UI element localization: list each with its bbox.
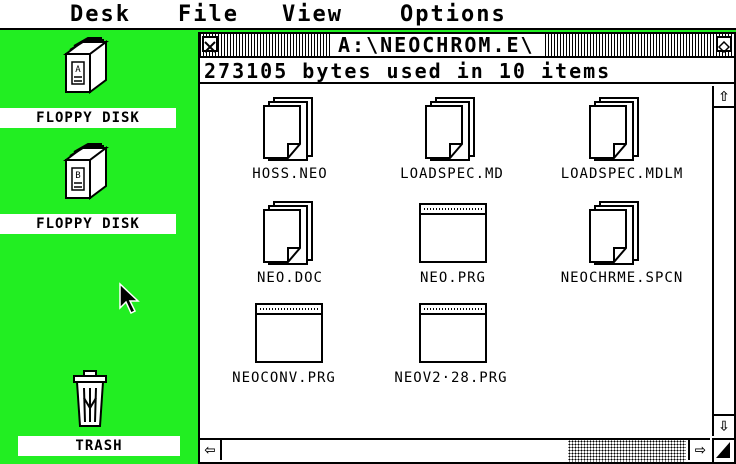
file-label[interactable]: NEOCHRME.SPCN xyxy=(534,270,710,286)
document-icon[interactable] xyxy=(262,92,316,166)
drive-letter: B xyxy=(75,171,80,181)
floppy-disk-a-icon[interactable]: A xyxy=(60,36,116,100)
document-icon[interactable] xyxy=(588,196,642,270)
close-icon xyxy=(204,41,216,53)
file-window[interactable]: A:\NEOCHROM.E\ 273105 bytes used in 10 i… xyxy=(198,32,736,464)
vertical-scrollbar[interactable]: ⇧ ⇩ xyxy=(712,86,734,436)
file-label[interactable]: NEO.DOC xyxy=(220,270,360,286)
menu-options[interactable]: Options xyxy=(400,2,507,27)
trash-icon[interactable] xyxy=(70,368,110,428)
file-label[interactable]: NEOV2·28.PRG xyxy=(368,370,534,386)
file-label[interactable]: NEOCONV.PRG xyxy=(204,370,364,386)
menu-view[interactable]: View xyxy=(282,2,343,27)
menu-bar: Desk File View Options xyxy=(0,0,736,30)
file-label[interactable]: LOADSPEC.MDLM xyxy=(534,166,710,182)
floppy-disk-a-label[interactable]: FLOPPY DISK xyxy=(0,108,176,128)
resize-handle[interactable] xyxy=(712,438,734,462)
fullscreen-icon xyxy=(717,40,731,54)
floppy-disk-b-label[interactable]: FLOPPY DISK xyxy=(0,214,176,234)
drive-letter: A xyxy=(75,65,81,75)
scroll-left-icon[interactable]: ⇦ xyxy=(200,440,222,460)
file-list: HOSS.NEO LOADSPEC.MD LOADSPEC.MDLM NEO.D… xyxy=(200,86,710,436)
mouse-pointer-icon xyxy=(118,282,144,320)
scroll-right-icon[interactable]: ⇨ xyxy=(688,440,710,460)
menu-desk[interactable]: Desk xyxy=(70,2,131,27)
trash-label[interactable]: TRASH xyxy=(18,436,180,456)
program-icon[interactable] xyxy=(418,302,488,368)
floppy-disk-b-icon[interactable]: B xyxy=(60,142,116,206)
menu-file[interactable]: File xyxy=(178,2,239,27)
program-icon[interactable] xyxy=(254,302,324,368)
file-label[interactable]: HOSS.NEO xyxy=(220,166,360,182)
full-button[interactable] xyxy=(716,36,732,54)
file-label[interactable]: NEO.PRG xyxy=(380,270,526,286)
document-icon[interactable] xyxy=(588,92,642,166)
program-icon[interactable] xyxy=(418,202,488,268)
resize-icon xyxy=(716,442,730,458)
document-icon[interactable] xyxy=(424,92,478,166)
scroll-track-pattern[interactable] xyxy=(568,440,686,462)
info-line: 273105 bytes used in 10 items xyxy=(200,58,734,84)
scroll-down-icon[interactable]: ⇩ xyxy=(714,414,734,436)
title-bar[interactable]: A:\NEOCHROM.E\ xyxy=(200,34,734,58)
scroll-up-icon[interactable]: ⇧ xyxy=(714,86,734,108)
file-label[interactable]: LOADSPEC.MD xyxy=(370,166,534,182)
horizontal-scrollbar[interactable]: ⇦ ⇨ xyxy=(200,438,710,462)
document-icon[interactable] xyxy=(262,196,316,270)
window-title: A:\NEOCHROM.E\ xyxy=(330,34,543,56)
close-button[interactable] xyxy=(202,36,218,53)
